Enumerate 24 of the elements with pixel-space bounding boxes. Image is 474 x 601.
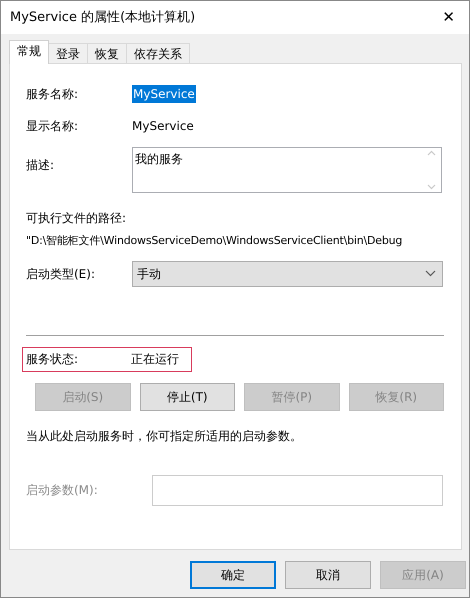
- window-title: MyService 的属性(本地计算机): [10, 8, 196, 27]
- service-action-button[interactable]: 停止(T): [140, 382, 235, 410]
- field-label: 显示名称:: [26, 118, 80, 135]
- field-label: 启动类型(E):: [26, 266, 96, 282]
- field-label: 可执行文件的路径:: [26, 210, 128, 227]
- field-label: 启动参数(M):: [26, 482, 99, 499]
- close-button[interactable]: ✕: [436, 6, 461, 29]
- status-value: 正在运行: [131, 351, 179, 368]
- field-label: 服务名称:: [26, 86, 80, 103]
- chevron-down-icon: [425, 270, 436, 277]
- dialog-button[interactable]: 确定: [190, 561, 276, 589]
- path-value: "D:\智能柜文件\WindowsServiceDemo\WindowsServiceClient\bin\Debug: [26, 233, 404, 249]
- field-label: 服务状态:: [26, 351, 80, 368]
- scroll-down-icon[interactable]: [427, 184, 436, 190]
- display-name-value: MyService: [132, 118, 194, 135]
- dialog-button[interactable]: 取消: [285, 561, 371, 589]
- hint-text: 当从此处启动服务时，你可指定所适用的启动参数。: [26, 428, 303, 444]
- scroll-up-icon[interactable]: [427, 150, 436, 156]
- startup-type-dropdown[interactable]: 手动: [132, 260, 443, 286]
- description-field[interactable]: 我的服务: [132, 147, 442, 193]
- tab[interactable]: 常规: [9, 40, 49, 64]
- field-label: 描述:: [26, 157, 56, 174]
- service-name-value: MyService: [132, 85, 196, 103]
- tab[interactable]: 依存关系: [126, 43, 190, 64]
